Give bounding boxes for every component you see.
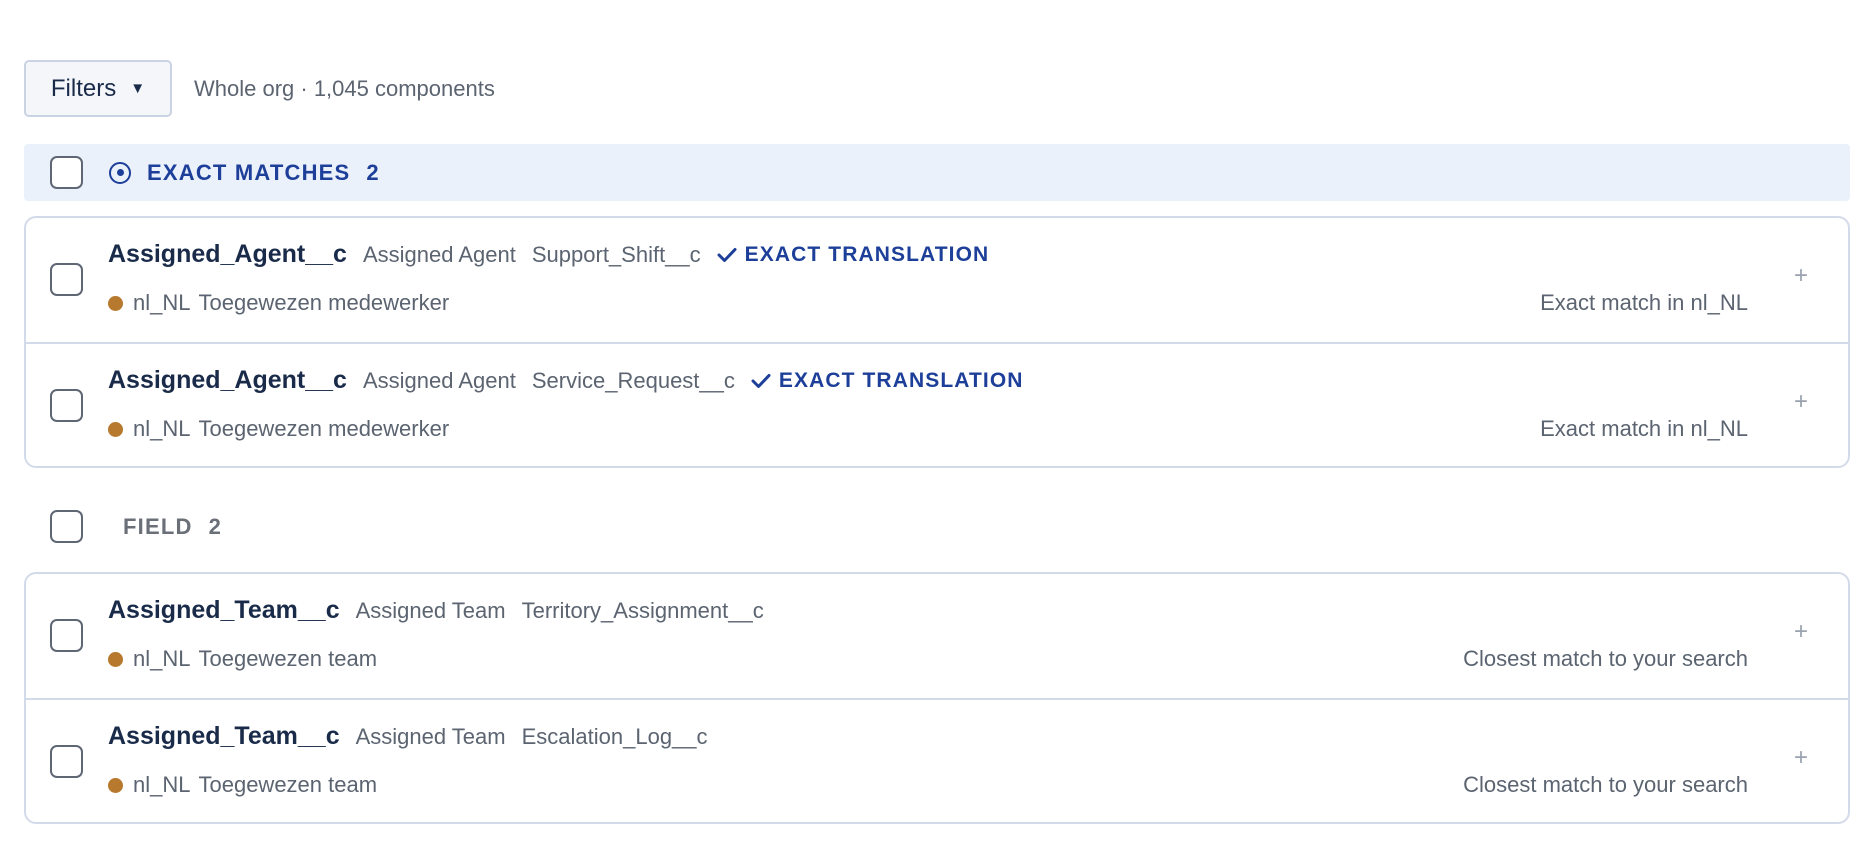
- object-name: Support_Shift__c: [531, 241, 701, 267]
- scope-summary: Whole org · 1,045 components: [194, 75, 495, 101]
- translation-text: Toegewezen team: [198, 772, 378, 797]
- select-group-checkbox[interactable]: [50, 156, 83, 189]
- row-translation: nl_NL Toegewezen team: [108, 646, 377, 672]
- row-header: Assigned_Agent__c Assigned Agent Support…: [108, 240, 989, 269]
- result-row[interactable]: Assigned_Agent__c Assigned Agent Service…: [26, 342, 1848, 466]
- api-name: Assigned_Agent__c: [108, 366, 347, 394]
- object-name: Territory_Assignment__c: [521, 597, 764, 623]
- select-group-checkbox[interactable]: [50, 510, 83, 543]
- filters-label: Filters: [50, 74, 117, 102]
- status-dot-icon: [108, 777, 123, 793]
- object-name: Escalation_Log__c: [521, 723, 708, 749]
- group-title: EXACT MATCHES: [147, 159, 351, 185]
- object-name: Service_Request__c: [531, 367, 735, 393]
- row-header: Assigned_Team__c Assigned Team Escalatio…: [108, 722, 708, 751]
- checkmark-icon: [717, 247, 737, 262]
- target-icon: [109, 161, 131, 184]
- badge-label: EXACT TRANSLATION: [744, 242, 990, 266]
- caret-down-icon: ▼: [130, 80, 146, 97]
- field-label: Assigned Team: [355, 597, 506, 623]
- field-label: Assigned Team: [355, 723, 506, 749]
- result-row[interactable]: Assigned_Team__c Assigned Team Escalatio…: [26, 698, 1848, 822]
- row-checkbox[interactable]: [50, 745, 83, 778]
- translation-text: Toegewezen medewerker: [198, 416, 450, 441]
- field-label: Assigned Agent: [362, 367, 516, 393]
- status-dot-icon: [108, 651, 123, 667]
- status-dot-icon: [108, 421, 123, 437]
- result-row[interactable]: Assigned_Team__c Assigned Team Territory…: [26, 574, 1848, 698]
- result-card-field: Assigned_Team__c Assigned Team Territory…: [24, 572, 1850, 824]
- add-button[interactable]: +: [1794, 262, 1808, 290]
- result-row[interactable]: Assigned_Agent__c Assigned Agent Support…: [26, 218, 1848, 342]
- row-header: Assigned_Team__c Assigned Team Territory…: [108, 596, 764, 625]
- group-count: 2: [208, 513, 221, 539]
- filters-button[interactable]: Filters ▼: [24, 60, 172, 117]
- api-name: Assigned_Team__c: [108, 596, 340, 624]
- row-translation: nl_NL Toegewezen medewerker: [108, 416, 449, 442]
- add-button[interactable]: +: [1794, 744, 1808, 772]
- result-card-exact-matches: Assigned_Agent__c Assigned Agent Support…: [24, 216, 1850, 468]
- row-checkbox[interactable]: [50, 389, 83, 422]
- locale-code: nl_NL: [133, 772, 191, 797]
- group-header-exact-matches: EXACT MATCHES 2: [24, 144, 1850, 201]
- match-reason: Exact match in nl_NL: [1540, 416, 1748, 441]
- row-checkbox[interactable]: [50, 263, 83, 296]
- row-translation: nl_NL Toegewezen team: [108, 772, 377, 798]
- translation-text: Toegewezen medewerker: [198, 290, 450, 315]
- group-count: 2: [366, 159, 379, 185]
- row-translation: nl_NL Toegewezen medewerker: [108, 290, 449, 316]
- api-name: Assigned_Team__c: [108, 722, 340, 750]
- translation-text: Toegewezen team: [198, 646, 378, 671]
- group-header-field: FIELD 2: [24, 498, 1850, 555]
- badge-label: EXACT TRANSLATION: [778, 368, 1024, 392]
- locale-code: nl_NL: [133, 290, 191, 315]
- row-header: Assigned_Agent__c Assigned Agent Service…: [108, 366, 1024, 395]
- locale-code: nl_NL: [133, 416, 191, 441]
- exact-translation-badge: EXACT TRANSLATION: [717, 243, 990, 267]
- group-title: FIELD: [123, 513, 193, 539]
- locale-code: nl_NL: [133, 646, 191, 671]
- api-name: Assigned_Agent__c: [108, 240, 347, 268]
- checkmark-icon: [751, 373, 771, 388]
- add-button[interactable]: +: [1794, 618, 1808, 646]
- match-reason: Closest match to your search: [1463, 772, 1748, 797]
- match-reason: Exact match in nl_NL: [1540, 290, 1748, 315]
- exact-translation-badge: EXACT TRANSLATION: [751, 369, 1024, 393]
- field-label: Assigned Agent: [362, 241, 516, 267]
- match-reason: Closest match to your search: [1463, 646, 1748, 671]
- row-checkbox[interactable]: [50, 619, 83, 652]
- status-dot-icon: [108, 295, 123, 311]
- toolbar: Filters ▼ Whole org · 1,045 components: [24, 60, 495, 117]
- add-button[interactable]: +: [1794, 388, 1808, 416]
